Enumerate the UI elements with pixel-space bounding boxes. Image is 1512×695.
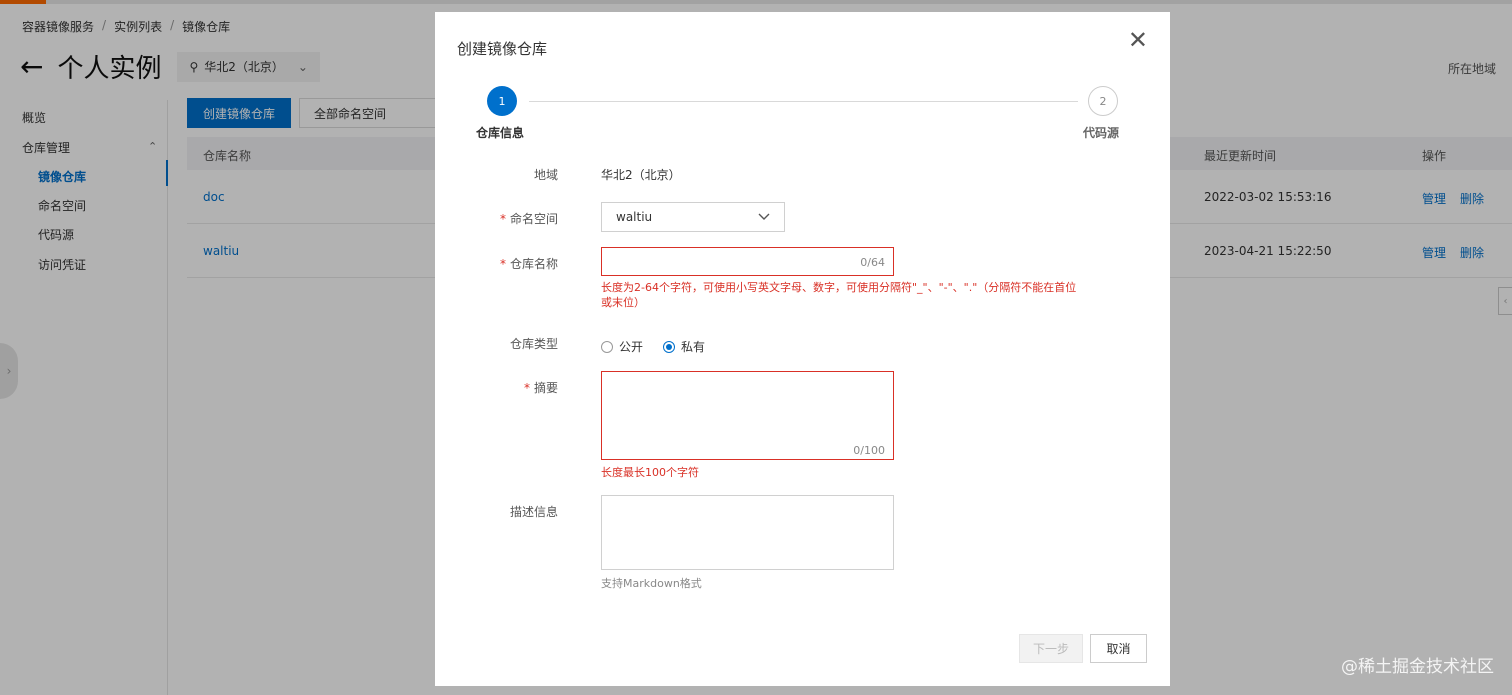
required-mark: * (499, 212, 506, 226)
repo-type-label: 仓库类型 (509, 337, 558, 351)
required-mark: * (523, 381, 530, 395)
create-repo-dialog: 创建镜像仓库 ✕ 1 2 仓库信息 代码源 地域 华北2（北京） * 命名空间 w… (435, 12, 1170, 686)
required-mark: * (499, 257, 506, 271)
summary-label: * 摘要 (524, 379, 558, 396)
summary-textarea[interactable]: 0/100 (601, 371, 894, 460)
summary-counter: 0/100 (853, 444, 885, 457)
radio-private-label: 私有 (681, 340, 706, 354)
description-textarea[interactable] (601, 495, 894, 570)
summary-error: 长度最长100个字符 (601, 466, 699, 479)
repo-name-label-text: 仓库名称 (509, 257, 558, 271)
step-1-label: 仓库信息 (476, 126, 525, 140)
repo-name-counter: 0/64 (860, 256, 885, 269)
next-step-button[interactable]: 下一步 (1019, 634, 1083, 663)
step-1-indicator: 1 (487, 86, 517, 116)
chevron-down-icon (758, 213, 770, 220)
description-hint: 支持Markdown格式 (601, 577, 702, 590)
cancel-button[interactable]: 取消 (1090, 634, 1147, 663)
repo-name-input[interactable]: 0/64 (601, 247, 894, 276)
step-connector (529, 101, 1078, 102)
close-icon[interactable]: ✕ (1128, 28, 1148, 52)
dialog-title: 创建镜像仓库 (457, 40, 548, 58)
namespace-select[interactable]: waltiu (601, 202, 785, 232)
radio-public-label: 公开 (619, 340, 644, 354)
summary-label-text: 摘要 (533, 381, 558, 395)
radio-circle-selected (663, 340, 676, 353)
radio-circle (601, 340, 613, 353)
step-2-label: 代码源 (1083, 126, 1120, 140)
namespace-select-value: waltiu (616, 210, 653, 224)
description-label: 描述信息 (509, 505, 558, 519)
radio-public[interactable]: 公开 (601, 338, 643, 355)
step-2-indicator: 2 (1088, 86, 1118, 116)
repo-name-label: * 仓库名称 (500, 255, 558, 272)
repo-type-radio-group: 公开 私有 (601, 338, 705, 355)
watermark: @稀土掘金技术社区 (1341, 657, 1494, 677)
namespace-label-text: 命名空间 (509, 212, 558, 226)
region-value: 华北2（北京） (601, 168, 681, 182)
repo-name-error: 长度为2-64个字符，可使用小写英文字母、数字，可使用分隔符"_"、"-"、".… (601, 281, 1077, 309)
namespace-label: * 命名空间 (500, 210, 558, 227)
radio-private[interactable]: 私有 (663, 338, 705, 355)
region-label: 地域 (533, 168, 558, 182)
